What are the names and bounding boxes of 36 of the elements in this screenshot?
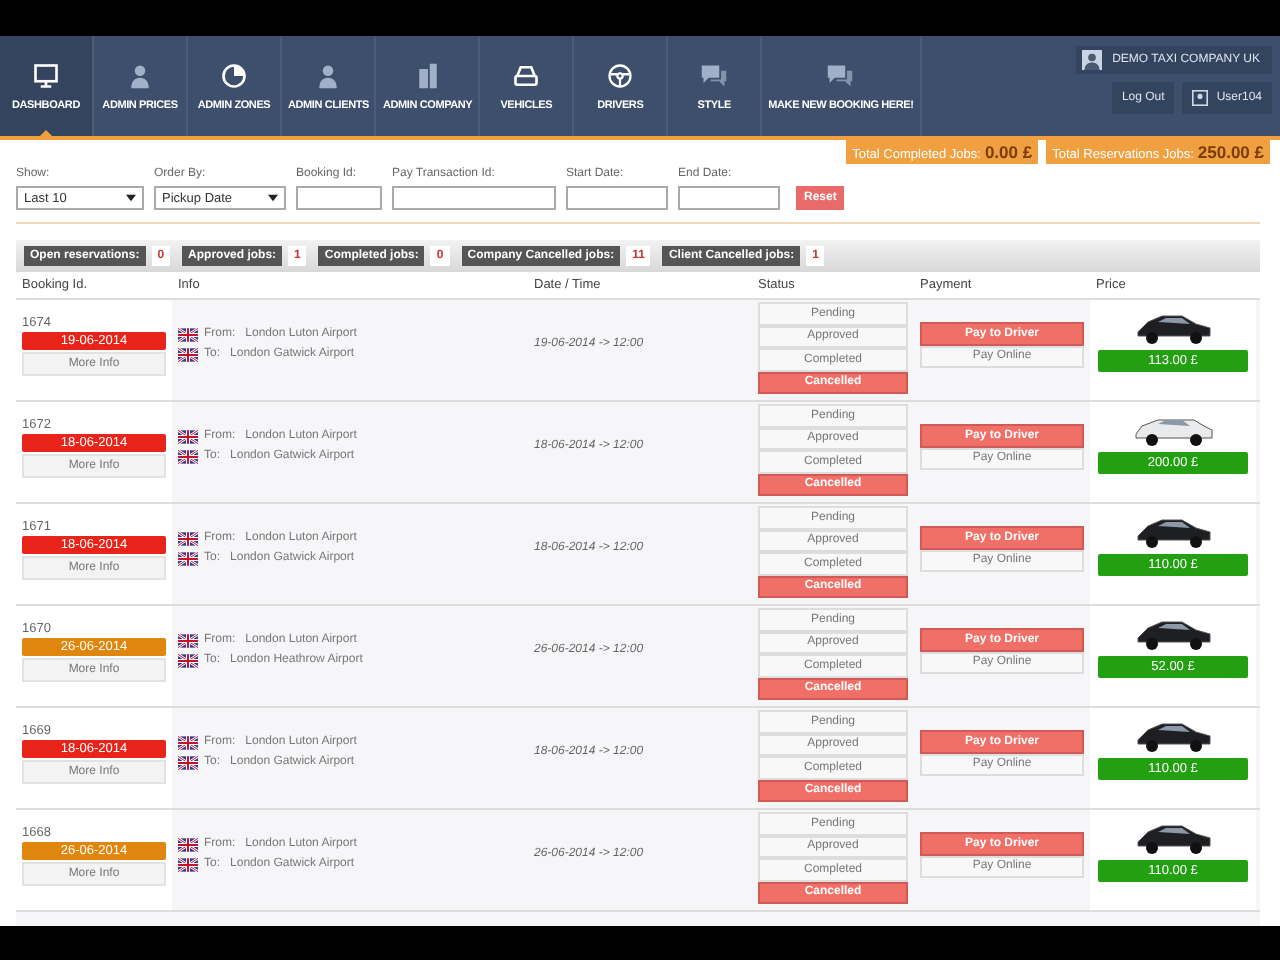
flag-icon	[178, 327, 198, 341]
start-date-field[interactable]	[566, 186, 668, 210]
booking-id-field[interactable]	[296, 186, 382, 210]
user-icon	[1192, 90, 1209, 106]
caret-icon	[126, 194, 136, 202]
transaction-id-field[interactable]	[392, 186, 556, 210]
chat-bubbles-icon	[700, 61, 729, 89]
monitor-icon	[32, 61, 60, 89]
end-date-field[interactable]	[678, 186, 780, 210]
flag-icon	[178, 857, 198, 871]
flag-icon	[178, 837, 198, 851]
caret-icon	[268, 194, 278, 202]
car-drawing	[1133, 718, 1213, 754]
flag-icon	[178, 449, 198, 463]
person-icon	[314, 61, 343, 89]
chat-bubbles-icon	[826, 61, 855, 89]
building-icon	[413, 61, 442, 89]
flag-icon	[178, 633, 198, 647]
flag-icon	[178, 347, 198, 361]
flag-icon	[178, 551, 198, 565]
avatar-icon	[1082, 50, 1103, 70]
person-icon	[126, 61, 154, 89]
flag-icon	[178, 531, 198, 545]
car-drawing	[1133, 820, 1213, 856]
car-drawing	[1133, 616, 1213, 652]
pie-chart-icon	[220, 61, 248, 89]
flag-icon	[178, 755, 198, 769]
flag-icon	[178, 735, 198, 749]
steering-wheel-icon	[606, 61, 635, 89]
flag-icon	[178, 653, 198, 667]
total-value: 0.00 £	[984, 142, 1033, 162]
car-drawing	[1133, 310, 1213, 346]
car-drawing	[1133, 514, 1213, 550]
car-icon	[512, 61, 541, 89]
flag-icon	[178, 429, 198, 443]
total-value: 250.00 £	[1197, 142, 1264, 162]
